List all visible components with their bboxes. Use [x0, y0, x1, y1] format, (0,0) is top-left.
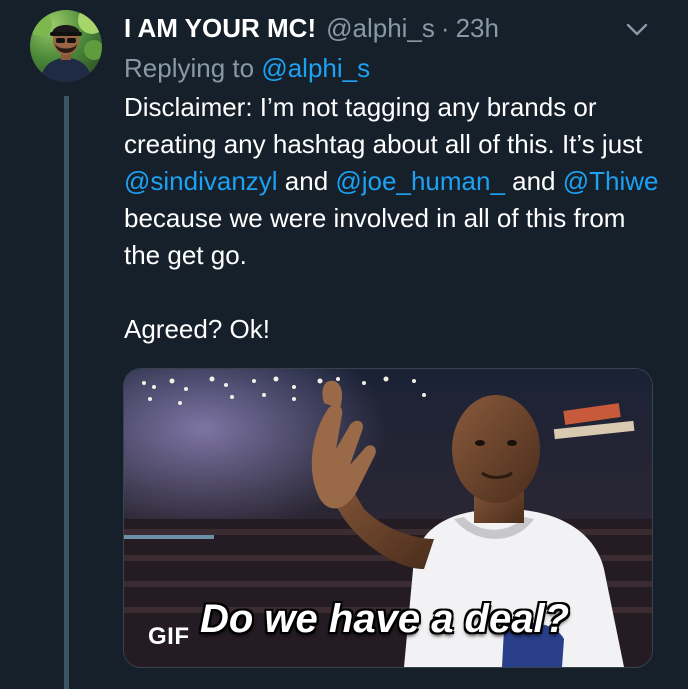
tweet-text: Disclaimer: I’m not tagging any brands o… [124, 89, 664, 348]
mention-joe-human[interactable]: @joe_human_ [335, 166, 505, 196]
tweet-paragraph-1: Disclaimer: I’m not tagging any brands o… [124, 89, 664, 274]
replying-to-mention[interactable]: @alphi_s [261, 53, 370, 83]
avatar-image [30, 10, 102, 82]
gif-badge: GIF [148, 623, 190, 650]
tweet: I AM YOUR MC! @alphi_s · 23h Replying to… [0, 0, 688, 689]
gif-caption: Do we have a deal? [200, 597, 570, 641]
replying-to-label: Replying to [124, 53, 255, 83]
tweet-text-segment: because we were involved in all of this … [124, 203, 626, 270]
tweet-text-segment: and [277, 166, 336, 196]
mention-sindivanzyl[interactable]: @sindivanzyl [124, 166, 278, 196]
thread-line [64, 96, 69, 689]
tweet-header: I AM YOUR MC! @alphi_s · 23h [124, 10, 628, 46]
display-name[interactable]: I AM YOUR MC! [124, 13, 316, 44]
gif-media[interactable]: GIF Do we have a deal? [123, 368, 653, 668]
separator-dot: · [440, 12, 450, 43]
timestamp[interactable]: 23h [456, 13, 499, 44]
mention-thiwe[interactable]: @Thiwe [563, 166, 659, 196]
tweet-text-segment: Disclaimer: I’m not tagging any brands o… [124, 92, 643, 159]
avatar[interactable] [30, 10, 102, 82]
tweet-text-segment: and [504, 166, 563, 196]
chevron-down-icon[interactable] [622, 16, 652, 42]
user-handle[interactable]: @alphi_s [326, 13, 435, 44]
replying-to-line: Replying to @alphi_s [124, 50, 370, 86]
tweet-paragraph-2: Agreed? Ok! [124, 314, 270, 344]
